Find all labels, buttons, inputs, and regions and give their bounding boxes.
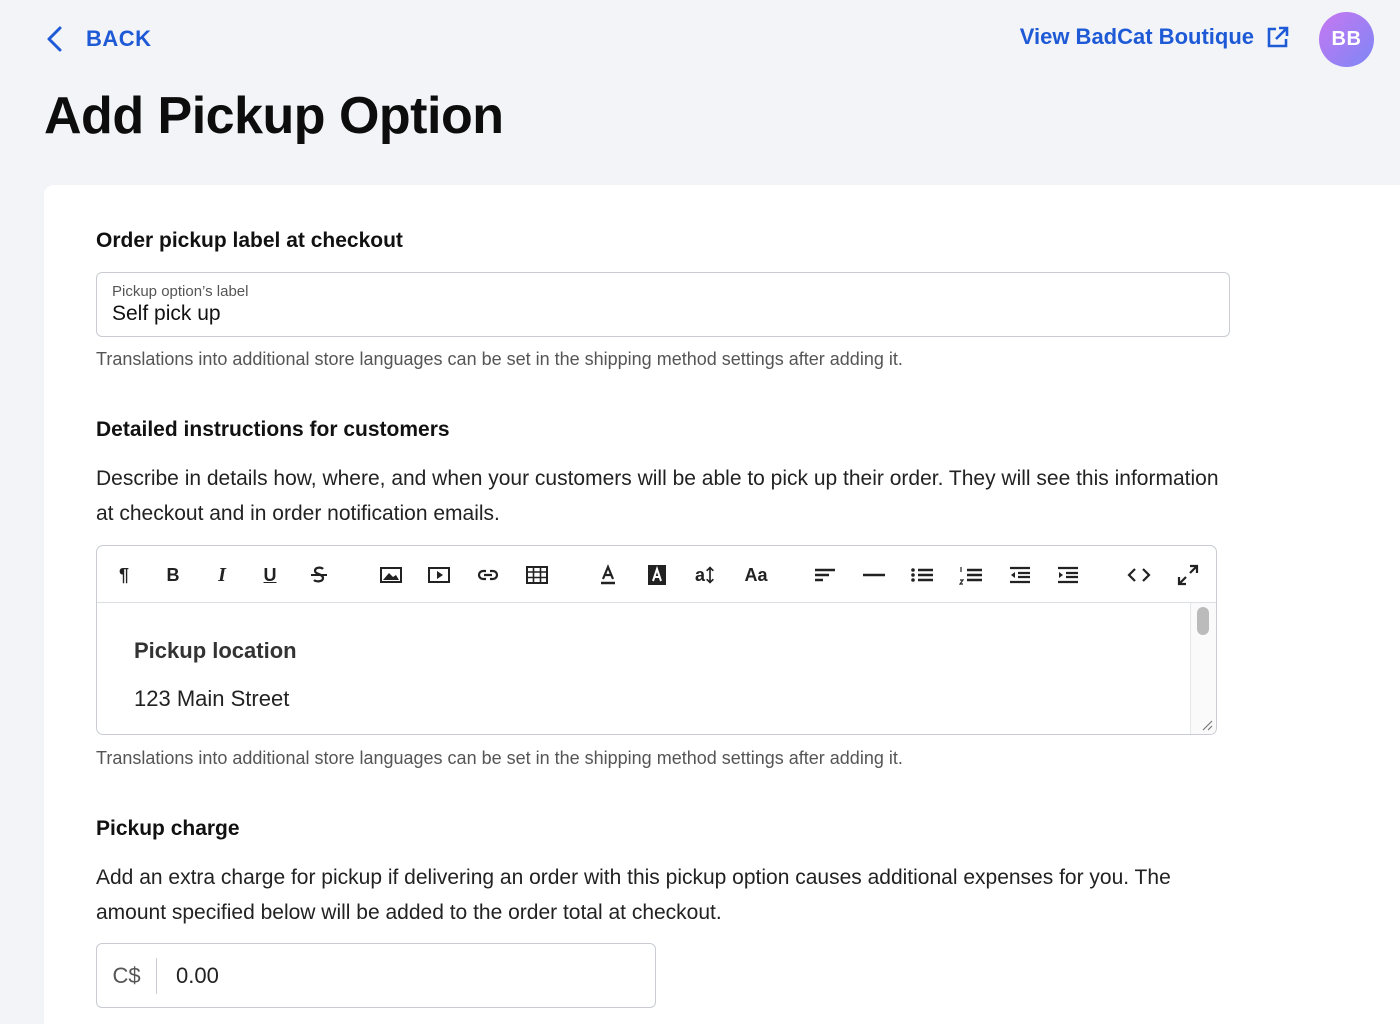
back-label: BACK	[86, 26, 152, 51]
instructions-hint: Translations into additional store langu…	[96, 748, 903, 768]
scrollbar-thumb[interactable]	[1197, 607, 1209, 635]
resize-handle-icon[interactable]	[1199, 717, 1213, 731]
editor-paragraph: 123 Main Street	[134, 686, 290, 711]
editor-content[interactable]: Pickup location 123 Main Street	[97, 603, 1189, 734]
back-button[interactable]: BACK	[44, 24, 152, 54]
pickup-label-field-label: Pickup option’s label	[112, 283, 249, 300]
font-size-label: a	[694, 564, 705, 585]
external-link-icon	[1267, 26, 1289, 48]
pickup-label-field[interactable]: Pickup option’s label Self pick up	[96, 272, 1230, 337]
pickup-charge-description: Add an extra charge for pickup if delive…	[96, 866, 1171, 924]
strikethrough-icon[interactable]	[304, 560, 334, 590]
editor-toolbar: ¶ B I U a Aa	[97, 546, 1216, 603]
indent-icon[interactable]	[1053, 560, 1083, 590]
currency-prefix: C$	[97, 957, 157, 994]
instructions-section-title: Detailed instructions for customers	[96, 418, 450, 441]
editor-scrollbar[interactable]	[1190, 603, 1216, 734]
pickup-label-section-title: Order pickup label at checkout	[96, 229, 403, 252]
avatar[interactable]: BB	[1319, 12, 1374, 67]
code-view-icon[interactable]	[1124, 560, 1154, 590]
rich-text-editor[interactable]: ¶ B I U a Aa Pickup location 123 Main St…	[96, 545, 1217, 735]
instructions-description: Describe in details how, where, and when…	[96, 467, 1219, 525]
horizontal-rule-icon[interactable]	[859, 560, 889, 590]
insert-link-icon[interactable]	[473, 560, 503, 590]
insert-video-icon[interactable]	[424, 560, 454, 590]
font-family-button[interactable]: Aa	[739, 560, 773, 590]
italic-button[interactable]: I	[207, 560, 237, 590]
paragraph-format-button[interactable]: ¶	[109, 560, 139, 590]
pickup-charge-input[interactable]: 0.00	[176, 963, 219, 989]
underline-button[interactable]: U	[255, 560, 285, 590]
insert-image-icon[interactable]	[376, 560, 406, 590]
editor-heading: Pickup location	[134, 638, 297, 663]
outdent-icon[interactable]	[1005, 560, 1035, 590]
insert-table-icon[interactable]	[522, 560, 552, 590]
pickup-label-hint: Translations into additional store langu…	[96, 349, 903, 369]
top-bar: BACK View BadCat Boutique BB	[0, 0, 1400, 80]
pickup-label-input[interactable]: Self pick up	[112, 302, 1214, 326]
bold-button[interactable]: B	[158, 560, 188, 590]
page-title: Add Pickup Option	[44, 87, 504, 145]
chevron-left-icon	[47, 26, 62, 52]
background-color-icon[interactable]	[642, 560, 672, 590]
text-color-icon[interactable]	[593, 560, 623, 590]
font-size-button[interactable]: a	[690, 560, 720, 590]
view-store-label: View BadCat Boutique	[1019, 24, 1254, 49]
pickup-charge-section-title: Pickup charge	[96, 817, 240, 840]
align-left-icon[interactable]	[810, 560, 840, 590]
pickup-charge-field[interactable]: C$ 0.00	[96, 943, 656, 1008]
fullscreen-icon[interactable]	[1173, 560, 1203, 590]
bulleted-list-icon[interactable]	[907, 560, 937, 590]
arrows-vertical-icon	[706, 566, 714, 584]
numbered-list-icon[interactable]	[956, 560, 986, 590]
view-store-link[interactable]: View BadCat Boutique	[1020, 24, 1290, 50]
